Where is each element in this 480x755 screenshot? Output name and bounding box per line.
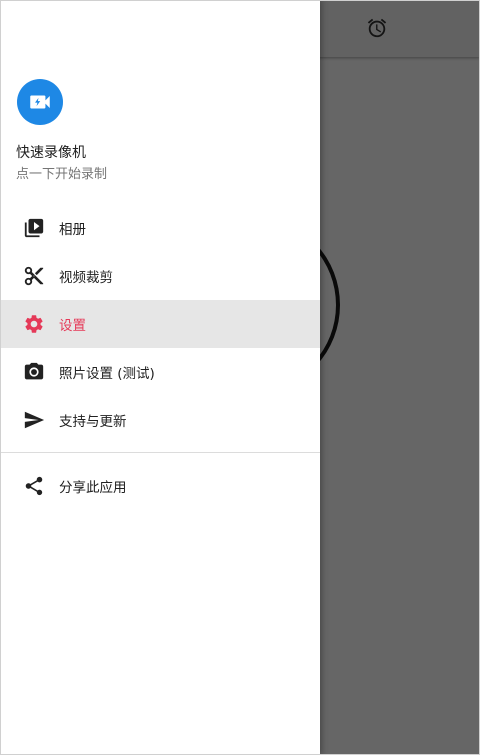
menu-item-label: 支持与更新: [59, 414, 127, 430]
menu-item-label: 相册: [59, 222, 86, 238]
app-subtitle: 点一下开始录制: [16, 167, 108, 182]
gear-icon: [22, 312, 46, 336]
video-library-icon: [22, 216, 46, 240]
menu-item-video-trim[interactable]: 视频裁剪: [0, 252, 320, 300]
share-icon: [22, 474, 46, 498]
app-logo-icon: [17, 79, 63, 125]
menu-item-label: 设置: [59, 318, 86, 334]
drawer-secondary-menu: 分享此应用: [0, 462, 320, 510]
menu-divider: [0, 452, 320, 453]
menu-item-support-update[interactable]: 支持与更新: [0, 396, 320, 444]
menu-item-label: 分享此应用: [59, 480, 127, 496]
menu-item-label: 视频裁剪: [59, 270, 113, 286]
drawer-menu: 相册 视频裁剪 设置 照片设置 (测试) 支持与更新: [0, 204, 320, 444]
menu-item-label: 照片设置 (测试): [59, 366, 155, 382]
navigation-drawer: 快速录像机 点一下开始录制 相册 视频裁剪 设置 照片设置 (测试) 支持与更新…: [0, 0, 320, 755]
menu-item-photo-settings[interactable]: 照片设置 (测试): [0, 348, 320, 396]
send-icon: [22, 408, 46, 432]
app-title: 快速录像机: [16, 145, 86, 161]
menu-item-share-app[interactable]: 分享此应用: [0, 462, 320, 510]
menu-item-gallery[interactable]: 相册: [0, 204, 320, 252]
scissors-icon: [22, 264, 46, 288]
camera-icon: [22, 360, 46, 384]
menu-item-settings[interactable]: 设置: [0, 300, 320, 348]
